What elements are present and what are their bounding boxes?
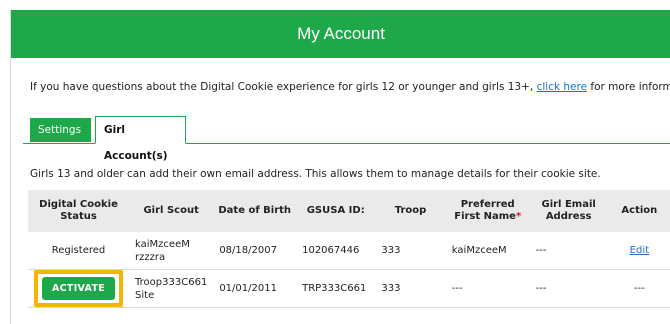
header-email: Girl Email Address bbox=[529, 190, 608, 232]
girl-scout-cell: Troop333C661 Site bbox=[129, 269, 214, 308]
header-gsusa-id: GSUSA ID: bbox=[296, 190, 376, 232]
gsusa-id-cell: TRP333C661 bbox=[296, 269, 376, 308]
dob-cell: 08/18/2007 bbox=[213, 232, 297, 270]
info-text: If you have questions about the Digital … bbox=[30, 81, 670, 93]
action-cell: --- bbox=[607, 269, 670, 308]
activate-button[interactable]: ACTIVATE bbox=[42, 277, 116, 300]
troop-cell: 333 bbox=[375, 269, 446, 308]
email-cell: --- bbox=[529, 269, 608, 308]
info-text-before: If you have questions about the Digital … bbox=[30, 81, 537, 93]
preferred-name-cell: kaiMzceeM bbox=[445, 232, 530, 270]
tab-settings[interactable]: Settings bbox=[30, 118, 91, 142]
action-cell: Edit bbox=[607, 232, 670, 270]
header-girl-scout: Girl Scout bbox=[129, 190, 214, 232]
gsusa-id-cell: 102067446 bbox=[296, 232, 376, 270]
troop-cell: 333 bbox=[375, 232, 446, 270]
tab-bar: Settings Girl Account(s) bbox=[23, 116, 670, 162]
page: My Account If you have questions about t… bbox=[0, 0, 670, 324]
header-troop: Troop bbox=[375, 190, 446, 232]
girl-scout-cell: kaiMzceeM rzzzra bbox=[129, 232, 214, 270]
status-cell: Registered bbox=[28, 232, 130, 270]
header-preferred-name-label: Preferred First Name bbox=[454, 199, 516, 222]
click-here-link[interactable]: click here bbox=[537, 81, 587, 93]
preferred-name-cell: --- bbox=[445, 269, 530, 308]
tab-girl-accounts[interactable]: Girl Account(s) bbox=[95, 116, 186, 162]
account-card: My Account If you have questions about t… bbox=[10, 10, 670, 324]
header-dob: Date of Birth bbox=[213, 190, 297, 232]
header-action: Action bbox=[607, 190, 670, 232]
header-preferred-name: Preferred First Name* bbox=[445, 190, 530, 232]
info-text-after: for more information. bbox=[590, 81, 670, 93]
email-note: Girls 13 and older can add their own ema… bbox=[30, 168, 601, 180]
status-cell: ACTIVATE bbox=[28, 269, 130, 308]
edit-link[interactable]: Edit bbox=[630, 245, 649, 256]
header-status: Digital Cookie Status bbox=[28, 190, 130, 232]
table-row: Registered kaiMzceeM rzzzra 08/18/2007 1… bbox=[28, 232, 670, 270]
activate-highlight: ACTIVATE bbox=[34, 270, 124, 307]
dob-cell: 01/01/2011 bbox=[213, 269, 297, 308]
table-header-row: Digital Cookie Status Girl Scout Date of… bbox=[28, 190, 670, 232]
girl-accounts-table: Digital Cookie Status Girl Scout Date of… bbox=[28, 190, 670, 308]
email-cell: --- bbox=[529, 232, 608, 270]
required-asterisk: * bbox=[515, 211, 522, 222]
table-row: ACTIVATE Troop333C661 Site 01/01/2011 TR… bbox=[28, 269, 670, 308]
page-title: My Account bbox=[11, 10, 670, 58]
